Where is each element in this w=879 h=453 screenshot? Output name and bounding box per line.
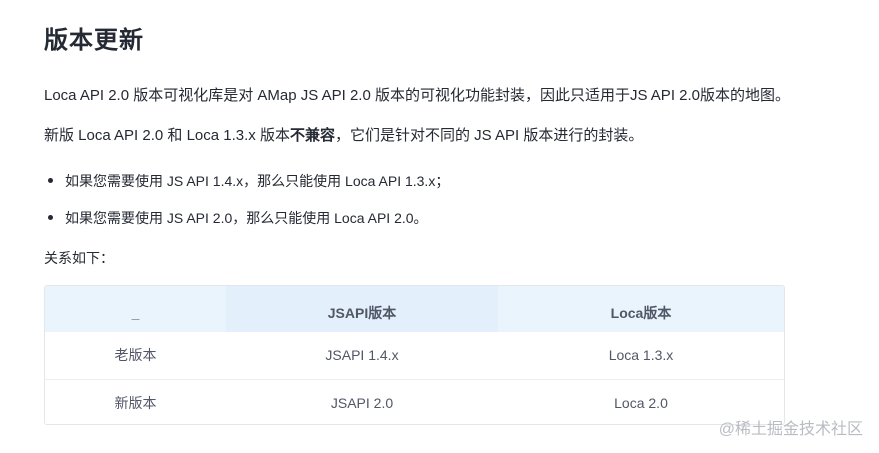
- bullet-dot-icon: [48, 215, 53, 220]
- table-cell: JSAPI 1.4.x: [226, 332, 498, 380]
- section-heading: 版本更新: [44, 27, 144, 54]
- bullet-list: 如果您需要使用 JS API 1.4.x，那么只能使用 Loca API 1.3…: [44, 170, 449, 244]
- table-header-cell: Loca版本: [498, 286, 784, 332]
- list-item: 如果您需要使用 JS API 1.4.x，那么只能使用 Loca API 1.3…: [44, 170, 449, 192]
- bullet-text: 如果您需要使用 JS API 2.0，那么只能使用 Loca API 2.0。: [65, 210, 428, 226]
- table-header-row: _ JSAPI版本 Loca版本: [45, 286, 784, 332]
- list-item: 如果您需要使用 JS API 2.0，那么只能使用 Loca API 2.0。: [44, 207, 449, 229]
- table-row: 新版本 JSAPI 2.0 Loca 2.0: [45, 379, 784, 424]
- relation-label: 关系如下：: [44, 250, 114, 266]
- table-header-cell: _: [45, 286, 226, 332]
- table-cell: 新版本: [45, 379, 226, 424]
- table-cell: Loca 1.3.x: [498, 332, 784, 380]
- incompatible-emphasis: 不兼容: [289, 127, 335, 144]
- table-cell: JSAPI 2.0: [226, 379, 498, 424]
- table-row: 老版本 JSAPI 1.4.x Loca 1.3.x: [45, 332, 784, 380]
- intro-paragraph: Loca API 2.0 版本可视化库是对 AMap JS API 2.0 版本…: [44, 87, 791, 104]
- table-header-cell: JSAPI版本: [226, 286, 498, 332]
- compatibility-text-before: 新版 Loca API 2.0 和 Loca 1.3.x 版本: [44, 127, 290, 144]
- version-table: _ JSAPI版本 Loca版本 老版本 JSAPI 1.4.x Loca 1.…: [44, 285, 785, 425]
- bullet-text: 如果您需要使用 JS API 1.4.x，那么只能使用 Loca API 1.3…: [65, 173, 450, 189]
- compatibility-paragraph: 新版 Loca API 2.0 和 Loca 1.3.x 版本不兼容，它们是针对…: [44, 124, 643, 145]
- compatibility-text-after: ，它们是针对不同的 JS API 版本进行的封装。: [334, 127, 644, 144]
- bullet-dot-icon: [48, 178, 53, 183]
- watermark: @稀土掘金技术社区: [718, 421, 863, 438]
- table-cell: 老版本: [45, 332, 226, 380]
